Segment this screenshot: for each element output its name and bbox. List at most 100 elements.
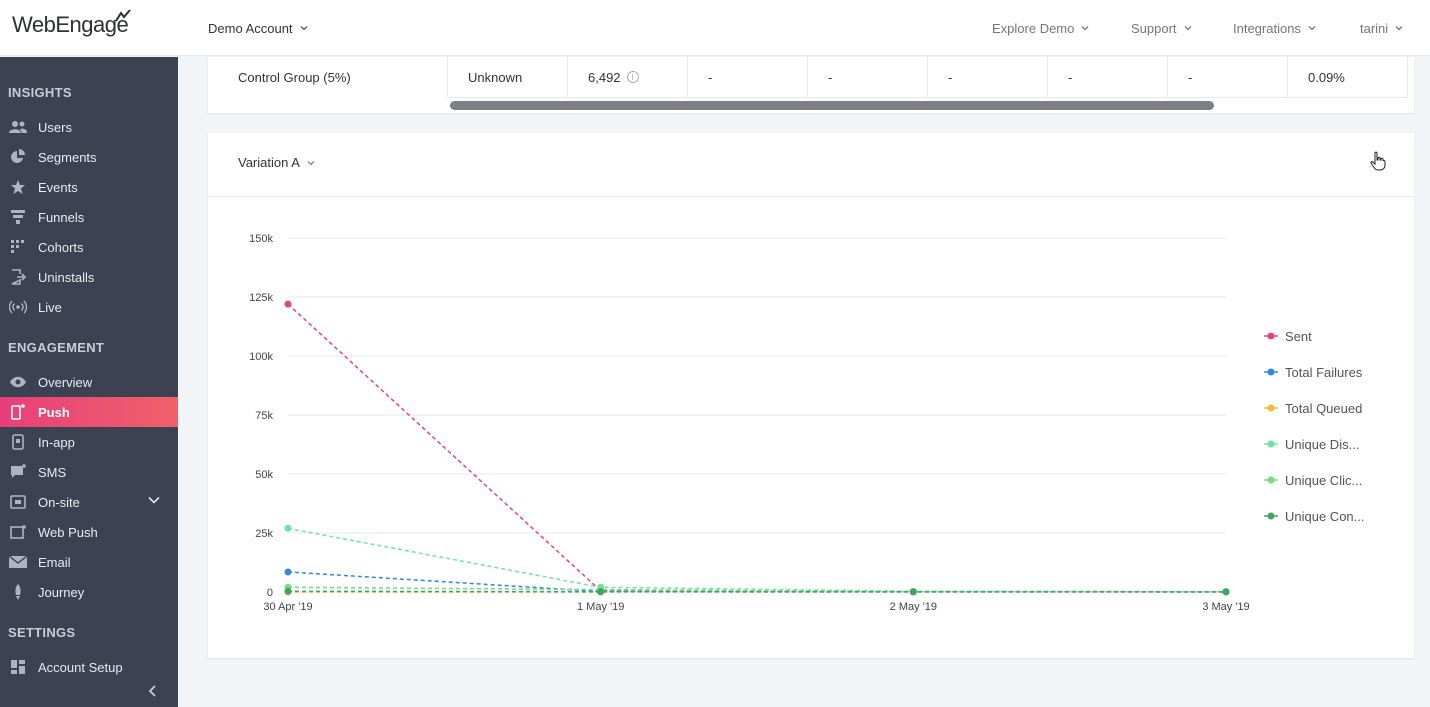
grid-icon <box>9 239 27 255</box>
collapse-sidebar-icon[interactable] <box>146 684 160 698</box>
legend-label: Unique Clic... <box>1285 472 1363 488</box>
legend-item[interactable]: Total Failures <box>1264 364 1362 380</box>
sidebar-item-overview[interactable]: Overview <box>0 367 178 397</box>
rate-cell: 0.09% <box>1308 69 1345 85</box>
legend-marker-icon <box>1264 476 1278 484</box>
user-menu[interactable]: tarini <box>1360 0 1403 56</box>
info-icon[interactable]: i <box>626 71 639 83</box>
sidebar-item-in-app[interactable]: In-app <box>0 427 178 457</box>
divider <box>687 57 688 97</box>
explore-demo-label: Explore Demo <box>992 20 1075 36</box>
data-point <box>909 588 917 596</box>
count-cell: 6,492 i <box>588 57 639 97</box>
table-cell: - <box>1068 69 1073 85</box>
horizontal-scrollbar[interactable] <box>450 101 1214 110</box>
support-menu[interactable]: Support <box>1131 0 1192 56</box>
sidebar-item-push[interactable]: Push <box>0 397 178 427</box>
divider <box>1407 57 1408 97</box>
chevron-down-icon[interactable] <box>148 496 160 504</box>
support-label: Support <box>1131 20 1177 36</box>
sidebar-item-label: Overview <box>38 374 93 390</box>
y-tick-label: 25k <box>255 528 273 540</box>
y-tick-label: 75k <box>255 410 273 422</box>
chart-card: Variation A 0 25k 50k 75k 100k 125k 150k 30 Apr… <box>208 133 1414 658</box>
sidebar-item-journey[interactable]: Journey <box>0 577 178 607</box>
integrations-label: Integrations <box>1233 20 1301 36</box>
data-point <box>284 587 292 595</box>
rocket-icon <box>9 584 27 600</box>
account-menu[interactable]: Demo Account <box>208 0 308 56</box>
sidebar-item-web-push[interactable]: Web Push <box>0 517 178 547</box>
table-cell: - <box>948 69 953 85</box>
sidebar-item-label: Uninstalls <box>38 269 95 285</box>
sidebar-item-label: Funnels <box>38 209 85 225</box>
legend-item[interactable]: Unique Dis... <box>1264 436 1359 452</box>
legend-marker-icon <box>1264 440 1278 448</box>
sidebar-item-on-site[interactable]: On-site <box>0 487 178 517</box>
sidebar-item-cohorts[interactable]: Cohorts <box>0 232 178 262</box>
star-icon <box>9 179 27 195</box>
legend-marker-icon <box>1264 368 1278 376</box>
chevron-down-icon <box>300 26 308 31</box>
logo[interactable]: WebEngage <box>12 12 129 38</box>
inapp-icon <box>9 434 27 450</box>
chart-card-header: Variation A <box>208 133 1414 197</box>
legend-item[interactable]: Total Queued <box>1264 400 1362 416</box>
envelope-icon <box>9 554 27 570</box>
window-icon <box>9 494 27 510</box>
sidebar-item-sms[interactable]: SMS <box>0 457 178 487</box>
sidebar-item-label: Segments <box>38 149 97 165</box>
legend-marker-icon <box>1264 404 1278 412</box>
exit-icon <box>9 269 27 285</box>
variation-select[interactable]: Variation A <box>238 155 315 170</box>
legend-item[interactable]: Sent <box>1264 328 1312 344</box>
sidebar-item-account-setup[interactable]: Account Setup <box>0 652 178 682</box>
x-tick-label: 3 May '19 <box>1202 601 1249 613</box>
logo-bird-icon <box>115 9 131 22</box>
eye-icon <box>9 374 27 390</box>
section-title-engagement: ENGAGEMENT <box>8 340 105 355</box>
divider <box>927 57 928 97</box>
section-title-insights: INSIGHTS <box>8 85 72 100</box>
chevron-down-icon <box>1081 26 1089 31</box>
legend-label: Total Failures <box>1285 364 1363 380</box>
legend-label: Sent <box>1285 328 1312 344</box>
chevron-down-icon <box>1184 26 1192 31</box>
sidebar-item-live[interactable]: Live <box>0 292 178 322</box>
x-tick-label: 1 May '19 <box>577 601 624 613</box>
divider <box>567 57 568 97</box>
data-point <box>1222 588 1230 596</box>
sidebar-item-users[interactable]: Users <box>0 112 178 142</box>
variation-select-label: Variation A <box>238 155 300 170</box>
integrations-menu[interactable]: Integrations <box>1233 0 1316 56</box>
legend-marker-icon <box>1264 512 1278 520</box>
chevron-down-icon <box>307 160 315 165</box>
data-point <box>597 588 605 596</box>
chevron-down-icon <box>1395 26 1403 31</box>
legend-label: Unique Dis... <box>1285 436 1360 452</box>
divider <box>1287 57 1288 97</box>
y-tick-label: 50k <box>255 469 273 481</box>
count-value: 6,492 <box>588 69 621 85</box>
table-cell: - <box>828 69 833 85</box>
sidebar-item-label: SMS <box>38 464 67 480</box>
users-icon <box>9 119 27 135</box>
y-tick-label: 100k <box>249 351 273 363</box>
sidebar-item-email[interactable]: Email <box>0 547 178 577</box>
explore-demo-menu[interactable]: Explore Demo <box>992 0 1089 56</box>
divider <box>1167 57 1168 97</box>
legend-item[interactable]: Unique Clic... <box>1264 472 1362 488</box>
sidebar-item-label: Events <box>38 179 78 195</box>
sidebar-item-label: Users <box>38 119 72 135</box>
legend-item[interactable]: Unique Con... <box>1264 508 1365 524</box>
sidebar-item-events[interactable]: Events <box>0 172 178 202</box>
table-row-label: Control Group (5%) <box>238 69 351 85</box>
variation-table: Control Group (5%) Unknown 6,492 i - - -… <box>208 57 1414 113</box>
funnel-icon <box>9 209 27 225</box>
sidebar-item-funnels[interactable]: Funnels <box>0 202 178 232</box>
sidebar-item-label: In-app <box>38 434 75 450</box>
legend-marker-icon <box>1264 332 1278 340</box>
data-point <box>284 300 292 308</box>
sidebar-item-uninstalls[interactable]: Uninstalls <box>0 262 178 292</box>
sidebar-item-segments[interactable]: Segments <box>0 142 178 172</box>
